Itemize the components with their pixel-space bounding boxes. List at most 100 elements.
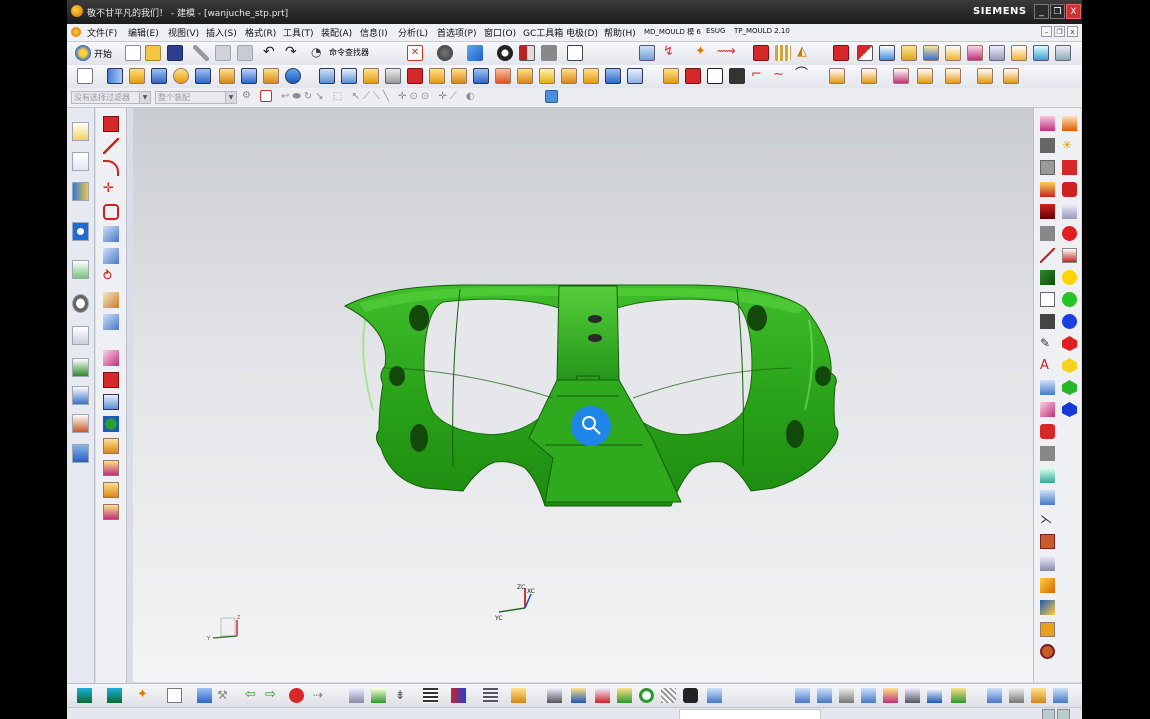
electrode-export-icon[interactable] [1003,68,1019,84]
spline-curve-icon[interactable] [103,226,119,242]
start-label[interactable]: 开始 [94,47,112,60]
text-a-icon[interactable]: A [1040,358,1055,373]
block-icon[interactable] [833,45,849,61]
menu-edit[interactable]: 编辑(E) [128,26,159,39]
layer-settings-icon[interactable] [639,45,655,61]
menu-window[interactable]: 窗口(O) [484,26,516,39]
ejector-icon[interactable] [1040,138,1055,153]
helix-icon[interactable] [103,248,119,264]
color-green-hex-icon[interactable] [1062,380,1077,395]
manufacturing-wizards-icon[interactable] [72,386,89,405]
menu-insert[interactable]: 插入(S) [206,26,237,39]
blank-sheet-icon[interactable] [167,688,182,703]
insert-icon[interactable] [1062,116,1077,131]
cooling-icon[interactable]: ✳ [1062,138,1077,153]
layer-icon[interactable] [1040,380,1055,395]
status-icon-2[interactable] [1057,709,1070,719]
electrode-bom-icon[interactable] [977,68,993,84]
menu-tools[interactable]: 工具(T) [283,26,314,39]
align-icon[interactable]: ⇢ [313,688,328,703]
thicken-icon[interactable] [583,68,599,84]
pillar-icon[interactable] [349,688,364,703]
system-scenes-icon[interactable] [72,444,89,463]
cavity-layout-icon[interactable] [1040,226,1055,241]
blue-part-icon[interactable] [1040,490,1055,505]
electrode-trim-icon[interactable] [893,68,909,84]
line-icon[interactable] [103,138,119,154]
sparkle-icon[interactable]: ✦ [137,688,152,703]
menu-esug[interactable]: ESUG [706,27,725,35]
color-blue-icon[interactable] [1062,314,1077,329]
pencil-icon[interactable] [1040,402,1055,417]
part-navigator-icon[interactable] [72,152,89,171]
table-icon[interactable] [1040,556,1055,571]
unite-icon[interactable] [1055,45,1071,61]
restore-button[interactable]: ❐ [1050,4,1065,19]
trim-curve-icon[interactable] [103,438,119,454]
extract-face-icon[interactable] [967,45,983,61]
part-model[interactable]: ZC YC XC Z Y [133,108,1033,682]
menu-tp-mould[interactable]: TP_MOULD 2.10 [734,27,790,35]
command-finder-label[interactable]: 命令查找器 [329,47,369,58]
subtract-icon[interactable] [341,68,357,84]
line-tool-icon[interactable]: ⌐ [751,68,767,84]
shape-3-icon[interactable] [839,688,854,703]
shape-4-icon[interactable] [861,688,876,703]
draft-icon[interactable] [451,68,467,84]
shape-6-icon[interactable] [905,688,920,703]
fit-view-icon[interactable]: ✕ [407,45,423,61]
save-icon[interactable] [167,45,183,61]
red-part-icon[interactable] [1040,424,1055,439]
snap-options-icons[interactable]: ↩⬬↻↘ ⬚ ↖⟋⟍╲ ✛⊙⊙ ✛⟋ ◐ [281,91,478,102]
patch-icon[interactable] [989,45,1005,61]
command-finder-icon[interactable]: ◔ [311,45,327,61]
menu-file[interactable]: 文件(F) [87,26,117,39]
menu-gc-toolkit[interactable]: GC工具箱 [523,26,563,39]
color-blue-hex-icon[interactable] [1062,402,1077,417]
brush-icon[interactable]: ✎ [1040,336,1055,351]
dark-block-icon[interactable] [1040,314,1055,329]
join-curve-icon[interactable] [103,394,119,410]
revolve-icon[interactable] [129,68,145,84]
selection-filter-dropdown[interactable]: 没有选择过滤器 ▼ [71,91,151,104]
smooth-curve-icon[interactable] [103,482,119,498]
copy-icon[interactable] [215,45,231,61]
assembly-navigator-icon[interactable] [72,122,89,141]
new-file-icon[interactable] [125,45,141,61]
draft-analysis-icon[interactable]: ◭ [797,45,813,61]
curve-analyze-icon[interactable] [547,688,562,703]
hidden-edges-icon[interactable] [541,45,557,61]
surface-icon[interactable] [879,45,895,61]
transform-icon[interactable]: ⚒ [217,688,232,703]
graphics-viewport[interactable]: ZC YC XC Z Y [133,108,1033,682]
section-view-icon[interactable] [519,45,535,61]
replace-face-icon[interactable] [901,45,917,61]
assembly-scope-dropdown[interactable]: 整个装配 ▼ [155,91,237,104]
shell-icon[interactable] [429,68,445,84]
electrode-tool-icon[interactable] [1062,204,1077,219]
grey-part-icon[interactable] [1040,446,1055,461]
gear-icon[interactable]: ⚙ [242,90,254,102]
boss-icon[interactable] [173,68,189,84]
combined-curve-icon[interactable] [103,416,119,432]
electrode-drawing-icon[interactable] [945,68,961,84]
hatch-icon[interactable] [661,688,676,703]
list-icon[interactable] [483,688,498,703]
shaded-icon[interactable] [497,45,513,61]
layer-down-icon[interactable] [107,688,122,703]
open-folder-icon[interactable] [145,45,161,61]
grid-icon[interactable] [423,688,438,703]
background-icon[interactable] [567,45,583,61]
scale-body-icon[interactable] [561,68,577,84]
doc-close-button[interactable]: x [1067,26,1078,37]
layer-up-icon[interactable] [77,688,92,703]
shape-8-icon[interactable] [951,688,966,703]
menu-information[interactable]: 信息(I) [360,26,388,39]
divide-curve-icon[interactable] [103,460,119,476]
mold-wizard-icon[interactable] [753,45,769,61]
funnel-icon[interactable] [371,688,386,703]
snap-point-icon[interactable] [260,90,272,102]
system-materials-icon[interactable] [72,326,89,345]
shape-7-icon[interactable] [927,688,942,703]
groove-icon[interactable] [263,68,279,84]
